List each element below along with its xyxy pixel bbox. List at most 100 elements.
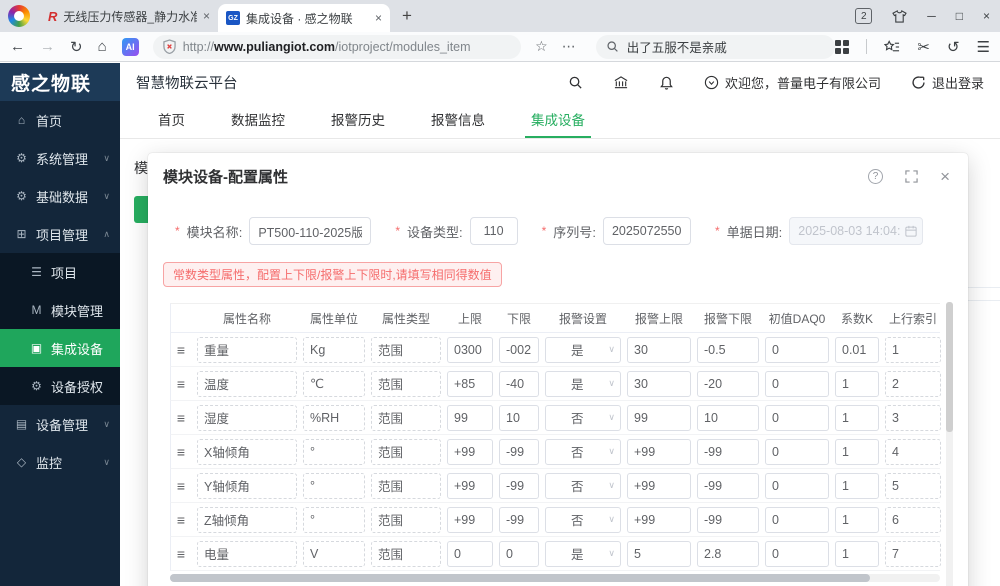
page-tab-home[interactable]: 首页 [152,101,191,138]
sidebar-item-module-mgmt[interactable]: M 模块管理 [0,291,120,329]
tab1-close-icon[interactable]: × [203,9,210,23]
init-daq0-input[interactable] [765,506,829,533]
prop-type-input[interactable] [371,336,441,363]
coefficient-k-input[interactable] [835,336,879,363]
alarm-lower-input[interactable] [697,506,759,533]
alarm-lower-input[interactable] [697,540,759,567]
menu-icon[interactable]: ☰ [977,38,990,56]
prop-unit-input[interactable] [303,506,365,533]
apps-grid-icon[interactable] [835,39,850,54]
prop-name-input[interactable] [197,540,297,567]
serial-number-input[interactable] [602,217,691,245]
alarm-upper-input[interactable] [627,506,691,533]
ai-assistant-icon[interactable]: AI [121,37,139,56]
minimize-icon[interactable]: ─ [927,9,936,23]
drag-handle-icon[interactable]: ≡ [171,376,191,392]
upper-limit-input[interactable] [447,370,493,397]
coefficient-k-input[interactable] [835,438,879,465]
alarm-lower-input[interactable] [697,472,759,499]
page-tab-integrated-device[interactable]: 集成设备 [525,101,591,138]
module-name-input[interactable] [249,217,372,245]
lower-limit-input[interactable] [499,472,539,499]
sidebar-item-monitor[interactable]: ◇ 监控 ∨ [0,443,120,481]
prop-type-input[interactable] [371,472,441,499]
sidebar-item-project-mgmt[interactable]: ⊞ 项目管理 ∧ [0,215,120,253]
prop-type-input[interactable] [371,506,441,533]
vertical-scrollbar[interactable] [946,302,953,586]
browser-logo-icon[interactable] [8,5,30,27]
coefficient-k-input[interactable] [835,540,879,567]
welcome-user[interactable]: 欢迎您，普量电子有限公司 [704,73,881,92]
lower-limit-input[interactable] [499,540,539,567]
more-actions-icon[interactable]: ⋯ [562,38,576,55]
lower-limit-input[interactable] [499,404,539,431]
prop-name-input[interactable] [197,336,297,363]
maximize-icon[interactable]: □ [956,9,963,23]
prop-type-input[interactable] [371,540,441,567]
lower-limit-input[interactable] [499,506,539,533]
alarm-setting-select[interactable]: 否 ∨ [545,472,621,499]
alarm-upper-input[interactable] [627,438,691,465]
sidebar-item-device-auth[interactable]: ⚙ 设备授权 [0,367,120,405]
alarm-lower-input[interactable] [697,404,759,431]
prop-unit-input[interactable] [303,404,365,431]
drag-handle-icon[interactable]: ≡ [171,410,191,426]
lower-limit-input[interactable] [499,370,539,397]
favorites-icon[interactable] [884,39,900,54]
alarm-setting-select[interactable]: 否 ∨ [545,506,621,533]
lower-limit-input[interactable] [499,336,539,363]
prop-type-input[interactable] [371,370,441,397]
sidebar-item-system-mgmt[interactable]: ⚙ 系统管理 ∨ [0,139,120,177]
coefficient-k-input[interactable] [835,506,879,533]
drag-handle-icon[interactable]: ≡ [171,342,191,358]
fullscreen-icon[interactable] [905,169,918,183]
alarm-upper-input[interactable] [627,370,691,397]
uplink-index-input[interactable] [885,472,941,499]
alarm-setting-select[interactable]: 是 ∨ [545,370,621,397]
sidebar-item-integrated-device[interactable]: ▣ 集成设备 [0,329,120,367]
new-tab-button[interactable]: + [402,6,412,26]
screenshot-scissors-icon[interactable]: ✂ [917,38,930,56]
page-tab-alarm-history[interactable]: 报警历史 [325,101,391,138]
alarm-upper-input[interactable] [627,336,691,363]
search-input[interactable]: 出了五服不是亲戚 [595,34,836,59]
alarm-setting-select[interactable]: 是 ∨ [545,336,621,363]
hscroll-thumb[interactable] [170,574,870,582]
alarm-setting-select[interactable]: 是 ∨ [545,540,621,567]
home-icon[interactable]: ⌂ [98,38,107,55]
upper-limit-input[interactable] [447,472,493,499]
drag-handle-icon[interactable]: ≡ [171,512,191,528]
alarm-lower-input[interactable] [697,336,759,363]
device-type-input[interactable] [469,217,518,245]
logout-button[interactable]: 退出登录 [911,73,984,92]
init-daq0-input[interactable] [765,370,829,397]
coefficient-k-input[interactable] [835,404,879,431]
coefficient-k-input[interactable] [835,472,879,499]
init-daq0-input[interactable] [765,438,829,465]
upper-limit-input[interactable] [447,404,493,431]
close-modal-icon[interactable]: × [940,168,950,185]
sidebar-item-home[interactable]: ⌂ 首页 [0,101,120,139]
coefficient-k-input[interactable] [835,370,879,397]
browser-tab-1[interactable]: R 无线压力传感器_静力水准仪_ × [40,0,218,32]
undo-icon[interactable]: ↺ [947,38,960,56]
extensions-badge[interactable]: 2 [855,8,873,24]
prop-unit-input[interactable] [303,438,365,465]
organization-bank-icon[interactable] [613,75,629,90]
alarm-setting-select[interactable]: 否 ∨ [545,438,621,465]
uplink-index-input[interactable] [885,370,941,397]
init-daq0-input[interactable] [765,336,829,363]
alarm-lower-input[interactable] [697,438,759,465]
lower-limit-input[interactable] [499,438,539,465]
close-window-icon[interactable]: × [983,9,990,23]
uplink-index-input[interactable] [885,404,941,431]
themes-shirt-icon[interactable] [892,9,907,23]
tab2-close-icon[interactable]: × [375,11,382,25]
prop-name-input[interactable] [197,370,297,397]
uplink-index-input[interactable] [885,336,941,363]
prop-name-input[interactable] [197,472,297,499]
upper-limit-input[interactable] [447,540,493,567]
upper-limit-input[interactable] [447,506,493,533]
init-daq0-input[interactable] [765,472,829,499]
drag-handle-icon[interactable]: ≡ [171,478,191,494]
